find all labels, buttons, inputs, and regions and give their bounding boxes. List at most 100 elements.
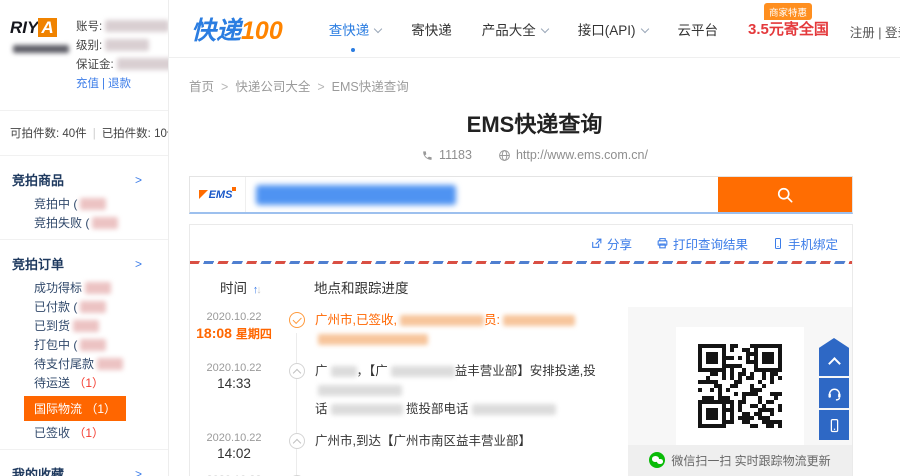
breadcrumb-separator: >	[221, 80, 228, 94]
breadcrumb-current: EMS快递查询	[332, 80, 409, 94]
promo-label: 3.5元寄全国	[748, 21, 829, 38]
ems-brand-logo: EMS	[190, 177, 246, 212]
sidebar-item-pending-balance[interactable]: 待支付尾款	[0, 355, 168, 374]
tracking-number-redacted	[256, 185, 456, 205]
chevron-down-icon	[640, 24, 648, 32]
nav-item-cloud[interactable]: 云平台	[678, 19, 719, 39]
nav-item-products[interactable]: 产品大全	[482, 19, 548, 39]
nav-item-track[interactable]: 查快递	[329, 19, 382, 39]
app-root: RIYA 账号: 级别: 保证金:元 充值|退款 可拍件数: 40件|已拍件数:…	[0, 0, 900, 476]
share-link[interactable]: 分享	[590, 234, 632, 253]
promo-link[interactable]: 商家特惠 3.5元寄全国	[748, 18, 829, 39]
riya-logo-subtitle-redacted	[13, 45, 69, 53]
sidebar-item-paid[interactable]: 已付款 (	[0, 298, 168, 317]
account-panel: RIYA 账号: 级别: 保证金:元 充值|退款	[0, 14, 168, 104]
account-level-redacted	[105, 39, 149, 51]
account-id-row: 账号:	[76, 18, 169, 37]
ems-logo-triangle	[199, 190, 208, 199]
redacted-text	[318, 385, 402, 396]
printer-icon	[656, 237, 669, 250]
time-column-header: 时间 ↑↓	[190, 277, 314, 297]
qr-code	[698, 344, 782, 428]
divider	[0, 110, 168, 111]
company-website[interactable]: http://www.ems.com.cn/	[498, 148, 648, 162]
page-title: EMS快递查询	[169, 107, 900, 139]
company-meta: 11183 http://www.ems.com.cn/	[169, 148, 900, 162]
count-redacted	[73, 320, 99, 332]
chevron-right-icon: >	[135, 173, 142, 187]
search-button[interactable]	[718, 177, 852, 212]
customer-service-button[interactable]	[819, 378, 849, 408]
account-deposit-redacted	[117, 58, 169, 70]
count-redacted	[80, 301, 106, 313]
smartphone-icon	[827, 418, 842, 433]
count-redacted	[80, 339, 106, 351]
mobile-icon	[772, 237, 784, 250]
account-id-redacted	[105, 20, 169, 32]
count-redacted	[97, 358, 123, 370]
recharge-link[interactable]: 充值	[76, 78, 99, 90]
chevron-circle-icon[interactable]	[289, 363, 305, 379]
sidebar-section-auction-orders[interactable]: 竞拍订单>	[0, 246, 168, 279]
breadcrumb-companies[interactable]: 快递公司大全	[235, 80, 310, 94]
tracking-number-input[interactable]	[246, 177, 718, 212]
sidebar-item-arrived[interactable]: 已到货	[0, 317, 168, 336]
mobile-app-button[interactable]	[819, 410, 849, 440]
sidebar-section-auction-goods[interactable]: 竞拍商品>	[0, 162, 168, 195]
print-result-link[interactable]: 打印查询结果	[656, 234, 748, 253]
chevron-up-icon	[828, 357, 841, 370]
register-login-link[interactable]: 注册 | 登录	[850, 22, 900, 41]
auction-stats: 可拍件数: 40件|已拍件数: 10件	[0, 117, 168, 149]
kuaidi100-topbar: 快递100 查快递 寄快递 产品大全 接口(API) 云平台 商家特惠 3.5元…	[169, 0, 900, 58]
chevron-down-icon	[374, 24, 382, 32]
nav-item-api[interactable]: 接口(API)	[578, 19, 648, 39]
sidebar-item-bid-failed[interactable]: 竞拍失败 (	[0, 214, 168, 233]
riya-logo-accent: A	[38, 18, 56, 37]
share-icon	[590, 237, 603, 250]
redacted-text	[472, 404, 556, 415]
ems-logo-text: EMS	[209, 189, 233, 201]
sort-icon[interactable]: ↑↓	[253, 284, 260, 296]
count-redacted	[92, 217, 118, 229]
globe-icon	[498, 149, 511, 162]
divider	[0, 239, 168, 240]
refund-link[interactable]: 退款	[108, 78, 131, 90]
breadcrumb: 首页 > 快递公司大全 > EMS快递查询	[169, 58, 900, 95]
tracking-row-arrival: 2020.10.22 14:02 广州市,到达【广州市南区益丰营业部】	[190, 432, 628, 461]
sidebar-section-favorites[interactable]: 我的收藏>	[0, 456, 168, 476]
floating-toolbar	[819, 338, 849, 442]
main-content: 快递100 查快递 寄快递 产品大全 接口(API) 云平台 商家特惠 3.5元…	[169, 0, 900, 476]
headset-icon	[826, 385, 843, 402]
kuaidi100-logo[interactable]: 快递100	[191, 11, 283, 47]
result-actions: 分享 打印查询结果 手机绑定	[190, 225, 852, 261]
sidebar-item-signed[interactable]: 已签收 （1）	[0, 424, 168, 443]
breadcrumb-home[interactable]: 首页	[189, 80, 214, 94]
back-to-top-button[interactable]	[819, 338, 849, 376]
row-text: 广，【广益丰营业部】安排投递,投话 揽投部电话	[315, 362, 628, 419]
check-circle-icon	[289, 312, 305, 328]
count-redacted	[85, 282, 111, 294]
sidebar-item-won[interactable]: 成功得标	[0, 279, 168, 298]
row-datetime: 2020.10.22 14:02	[190, 432, 278, 461]
tracking-row-signed: 2020.10.22 18:08 星期四 广州市,已签收,员:	[190, 311, 628, 349]
main-nav: 查快递 寄快递 产品大全 接口(API) 云平台	[329, 19, 718, 39]
phone-icon	[421, 149, 434, 162]
sidebar-item-intl-logistics-active[interactable]: 国际物流 （1）	[24, 396, 126, 421]
chevron-circle-icon[interactable]	[289, 433, 305, 449]
account-info: 账号: 级别: 保证金:元 充值|退款	[76, 18, 169, 94]
wechat-icon	[649, 452, 665, 468]
account-deposit-row: 保证金:元	[76, 56, 169, 75]
breadcrumb-separator: >	[317, 80, 324, 94]
sidebar-item-packing[interactable]: 打包中 (	[0, 336, 168, 355]
redacted-text	[318, 334, 428, 345]
wechat-caption: 微信扫一扫 实时跟踪物流更新	[628, 445, 852, 476]
sidebar-item-to-ship[interactable]: 待运送 （1）	[0, 374, 168, 393]
riya-logo[interactable]: RIYA	[10, 18, 68, 94]
nav-item-send[interactable]: 寄快递	[411, 19, 452, 39]
redacted-text	[331, 404, 403, 415]
progress-column-header: 地点和跟踪进度	[314, 277, 409, 297]
phone-bind-link[interactable]: 手机绑定	[772, 234, 838, 253]
sidebar-item-bidding[interactable]: 竞拍中 (	[0, 195, 168, 214]
account-links: 充值|退款	[76, 75, 169, 94]
divider	[0, 155, 168, 156]
